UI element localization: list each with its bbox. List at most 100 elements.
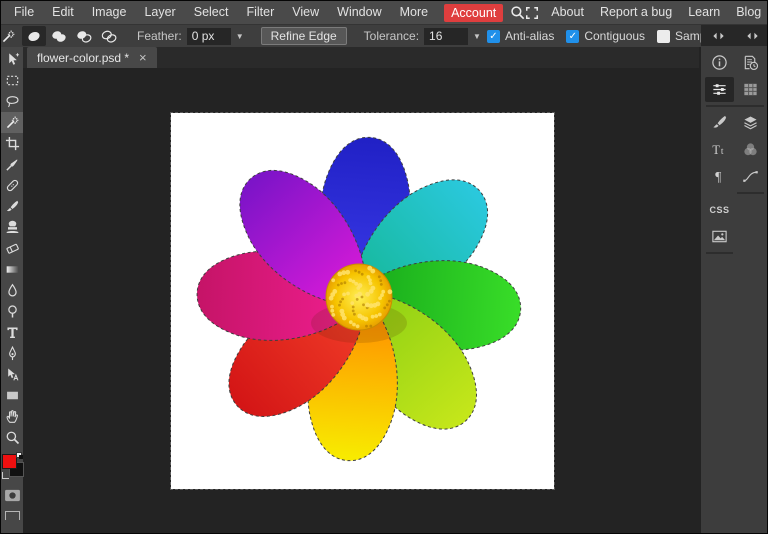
crop-tool[interactable] [1, 133, 23, 154]
rect-shape-tool[interactable] [1, 385, 23, 406]
mode-add-button[interactable] [47, 26, 71, 46]
panel-paragraph-icon[interactable]: ¶ [705, 164, 734, 189]
tool-list [1, 49, 23, 448]
dodge-tool[interactable] [1, 301, 23, 322]
refine-edge-button[interactable]: Refine Edge [261, 27, 347, 45]
panel-swatches-icon[interactable] [736, 137, 765, 162]
brush-tool[interactable] [1, 196, 23, 217]
pen-tool[interactable] [1, 343, 23, 364]
left-toolbar [1, 47, 23, 533]
move-tool[interactable] [1, 49, 23, 70]
menu-item-select[interactable]: Select [185, 1, 238, 24]
selection-mode-group [22, 26, 121, 46]
search-icon[interactable] [510, 2, 525, 24]
marquee-tool[interactable] [1, 70, 23, 91]
panel-brush-settings-icon[interactable] [705, 110, 734, 135]
color-swatches [1, 452, 23, 479]
eyedropper-tool[interactable] [1, 154, 23, 175]
tolerance-dropdown-icon[interactable]: ▼ [473, 32, 481, 41]
menu-item-edit[interactable]: Edit [43, 1, 83, 24]
menu-link-blog[interactable]: Blog [728, 1, 768, 24]
panel-layers-icon[interactable] [736, 110, 765, 135]
screen-mode-button[interactable] [5, 511, 20, 520]
collapse-panel-right-icon[interactable] [735, 25, 768, 46]
lasso-tool[interactable] [1, 91, 23, 112]
document-tab-title: flower-color.psd * [37, 51, 129, 65]
menu-item-filter[interactable]: Filter [237, 1, 283, 24]
panel-icon-grid: Tt ¶ CSS [701, 46, 768, 259]
menu-items: FileEditImageLayerSelectFilterViewWindow… [1, 1, 437, 24]
menu-item-layer[interactable]: Layer [135, 1, 184, 24]
blur-tool[interactable] [1, 280, 23, 301]
panel-separator [737, 192, 764, 194]
zoom-tool[interactable] [1, 427, 23, 448]
quick-mask-button[interactable] [4, 488, 21, 502]
panel-separator [706, 105, 764, 107]
workspace [23, 68, 767, 533]
panel-separator [706, 252, 733, 254]
collapse-panel-left-icon[interactable] [701, 25, 735, 46]
account-button[interactable]: Account [444, 4, 503, 22]
path-select-tool[interactable] [1, 364, 23, 385]
menu-links-area: AboutReport a bugLearnBlogAPI [539, 1, 768, 24]
photopea-window: FileEditImageLayerSelectFilterViewWindow… [0, 0, 768, 534]
checkbox-box-anti-alias[interactable]: ✓ [487, 30, 500, 43]
menubar: FileEditImageLayerSelectFilterViewWindow… [1, 1, 767, 24]
gradient-tool[interactable] [1, 259, 23, 280]
panel-channels-icon[interactable] [736, 77, 765, 102]
eraser-tool[interactable] [1, 238, 23, 259]
clone-stamp-tool[interactable] [1, 217, 23, 238]
panel-history-icon[interactable] [736, 50, 765, 75]
checkbox-contiguous[interactable]: ✓Contiguous [566, 29, 653, 43]
tolerance-input[interactable]: 16 [424, 28, 468, 45]
rainbow-flower-graphic [171, 113, 554, 489]
menu-link-report-a-bug[interactable]: Report a bug [592, 1, 680, 24]
hand-tool[interactable] [1, 406, 23, 427]
panel-empty-cell [736, 224, 765, 249]
panel-adjust-icon[interactable] [705, 77, 734, 102]
checkbox-box-sample-all-layers[interactable] [657, 30, 670, 43]
fullscreen-icon[interactable] [525, 2, 539, 24]
svg-text:¶: ¶ [715, 169, 721, 184]
feather-label: Feather: [137, 29, 182, 43]
menu-item-window[interactable]: Window [328, 1, 390, 24]
svg-text:t: t [721, 147, 724, 157]
magic-wand-tool[interactable] [1, 112, 23, 133]
tab-close-icon[interactable]: × [139, 51, 147, 64]
magic-wand-tool-indicator-icon [1, 25, 16, 47]
type-tool[interactable] [1, 322, 23, 343]
mode-new-button[interactable] [22, 26, 46, 46]
panel-info-icon[interactable] [705, 50, 734, 75]
checkbox-label-anti-alias: Anti-alias [505, 29, 554, 43]
swap-colors-icon[interactable] [2, 472, 9, 479]
menu-item-file[interactable]: File [5, 1, 43, 24]
checkbox-anti-alias[interactable]: ✓ Anti-alias [487, 29, 562, 43]
css-label: CSS [709, 205, 729, 215]
menu-links: AboutReport a bugLearnBlogAPI [539, 1, 768, 24]
menu-item-more[interactable]: More [391, 1, 437, 24]
menu-link-learn[interactable]: Learn [680, 1, 728, 24]
panel-character-icon[interactable]: Tt [705, 137, 734, 162]
mode-intersect-button[interactable] [97, 26, 121, 46]
document-tab[interactable]: flower-color.psd * × [27, 47, 157, 68]
right-panel: Tt ¶ CSS [701, 25, 768, 533]
tool-options-bar: Feather: 0 px ▼ Refine Edge Tolerance: 1… [1, 24, 767, 47]
svg-text:T: T [712, 143, 720, 157]
menu-item-view[interactable]: View [283, 1, 328, 24]
feather-dropdown-icon[interactable]: ▼ [236, 32, 244, 41]
default-colors-icon[interactable] [16, 452, 23, 459]
feather-input[interactable]: 0 px [187, 28, 231, 45]
panel-image-icon[interactable] [705, 224, 734, 249]
menu-item-image[interactable]: Image [83, 1, 136, 24]
menu-link-about[interactable]: About [543, 1, 592, 24]
panel-css-label[interactable]: CSS [705, 197, 734, 222]
foreground-color-swatch[interactable] [2, 454, 17, 469]
panel-curves-icon[interactable] [736, 164, 765, 189]
panel-empty-cell [736, 197, 765, 222]
document-canvas[interactable] [171, 113, 554, 489]
right-panel-header [701, 25, 768, 46]
tab-bar: flower-color.psd * × [23, 47, 699, 68]
checkbox-box-contiguous[interactable]: ✓ [566, 30, 579, 43]
spot-heal-tool[interactable] [1, 175, 23, 196]
mode-subtract-button[interactable] [72, 26, 96, 46]
